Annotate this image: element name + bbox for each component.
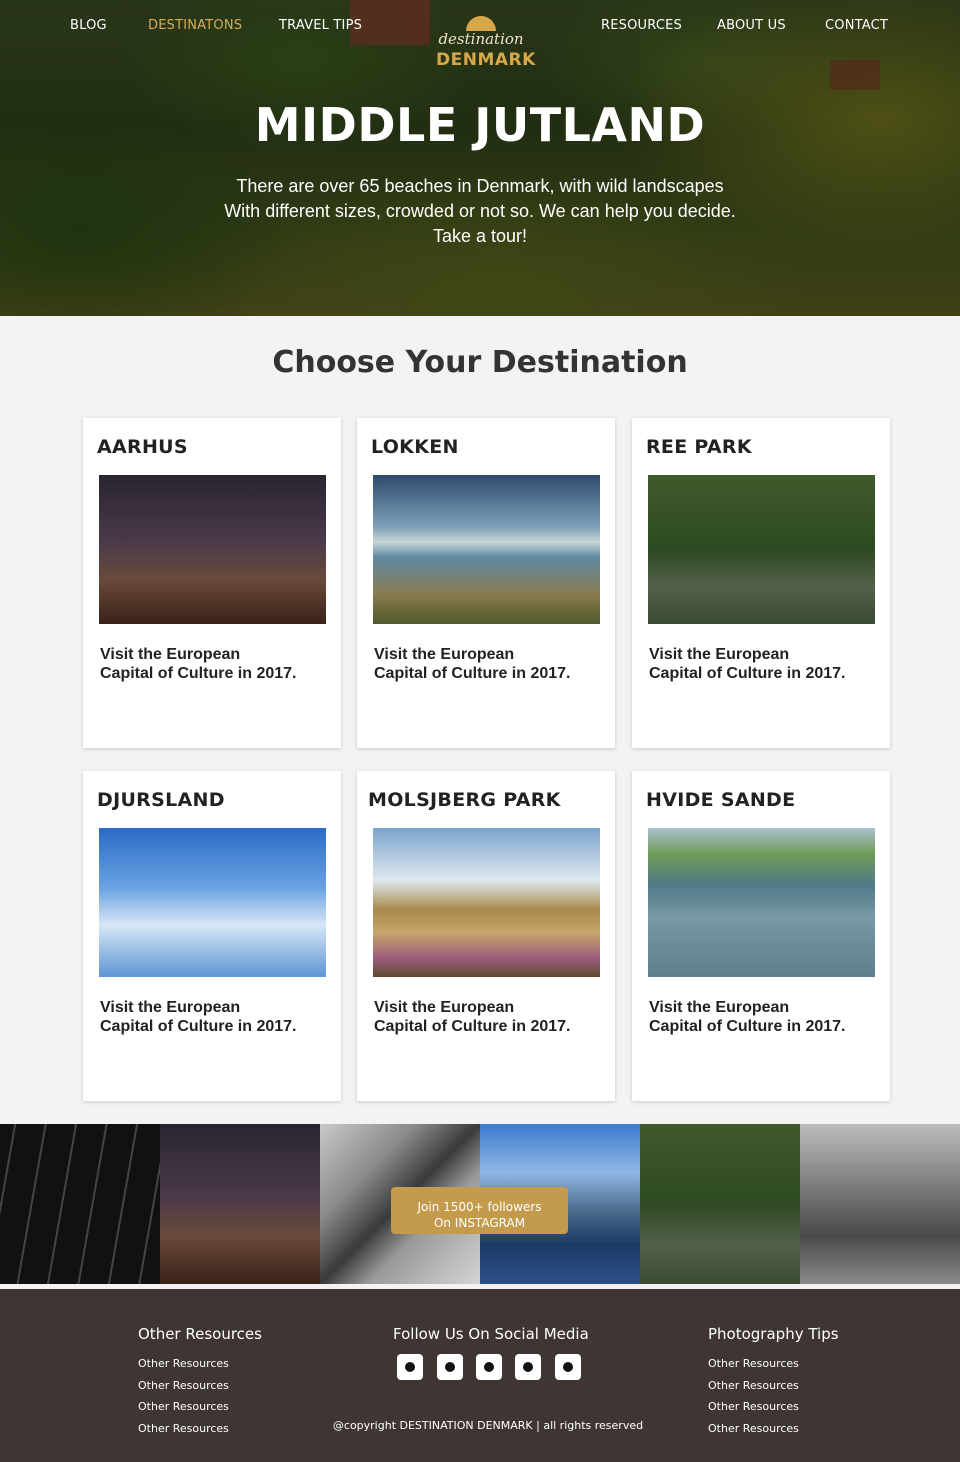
- nav-travel-tips[interactable]: TRAVEL TIPS: [279, 18, 362, 33]
- card-description: Visit the European Capital of Culture in…: [374, 645, 594, 683]
- nav-about-us[interactable]: ABOUT US: [717, 18, 786, 33]
- social-icon-5[interactable]: [555, 1354, 581, 1380]
- nav-resources[interactable]: RESOURCES: [601, 18, 682, 33]
- card-image[interactable]: [99, 475, 326, 624]
- nav-blog[interactable]: BLOG: [70, 18, 107, 33]
- gallery-photo[interactable]: [640, 1124, 800, 1284]
- site-logo[interactable]: destination DENMARK: [436, 10, 536, 72]
- social-icons: [397, 1354, 587, 1380]
- card-text-line: Capital of Culture in 2017.: [649, 665, 846, 682]
- card-description: Visit the European Capital of Culture in…: [100, 645, 320, 683]
- footer-col-title: Follow Us On Social Media: [393, 1325, 589, 1343]
- card-text-line: Visit the European: [649, 646, 790, 663]
- destination-card-ree-park[interactable]: REE PARK Visit the European Capital of C…: [632, 418, 890, 748]
- card-text-line: Visit the European: [100, 646, 241, 663]
- card-image[interactable]: [648, 475, 875, 624]
- card-text-line: Visit the European: [100, 999, 241, 1016]
- social-icon-4[interactable]: [515, 1354, 541, 1380]
- section-title: Choose Your Destination: [272, 345, 688, 380]
- card-title: HVIDE SANDE: [646, 789, 796, 811]
- hero-title: MIDDLE JUTLAND: [254, 98, 706, 152]
- card-image[interactable]: [99, 828, 326, 977]
- destination-card-hvide-sande[interactable]: HVIDE SANDE Visit the European Capital o…: [632, 771, 890, 1101]
- card-text-line: Visit the European: [374, 999, 515, 1016]
- card-description: Visit the European Capital of Culture in…: [649, 998, 869, 1036]
- social-icon-3[interactable]: [476, 1354, 502, 1380]
- card-image[interactable]: [373, 828, 600, 977]
- hero-roof-shape: [830, 60, 880, 90]
- card-description: Visit the European Capital of Culture in…: [649, 645, 869, 683]
- card-title: MOLSJBERG PARK: [368, 789, 561, 811]
- gallery-photo[interactable]: [800, 1124, 960, 1284]
- footer-link[interactable]: Other Resources: [138, 1353, 229, 1375]
- card-description: Visit the European Capital of Culture in…: [100, 998, 320, 1036]
- card-description: Visit the European Capital of Culture in…: [374, 998, 594, 1036]
- social-icon-1[interactable]: [397, 1354, 423, 1380]
- gallery-photo[interactable]: [160, 1124, 320, 1284]
- card-text-line: Visit the European: [374, 646, 515, 663]
- card-title: AARHUS: [97, 436, 188, 458]
- footer-link[interactable]: Other Resources: [708, 1375, 799, 1397]
- destination-card-djursland[interactable]: DJURSLAND Visit the European Capital of …: [83, 771, 341, 1101]
- logo-script: destination: [438, 30, 524, 48]
- footer-link[interactable]: Other Resources: [138, 1396, 229, 1418]
- footer-col-title: Other Resources: [138, 1325, 262, 1343]
- gallery-photo[interactable]: [0, 1124, 160, 1284]
- card-title: LOKKEN: [371, 436, 459, 458]
- footer-col-title: Photography Tips: [708, 1325, 839, 1343]
- footer-link[interactable]: Other Resources: [708, 1396, 799, 1418]
- card-text-line: Capital of Culture in 2017.: [374, 665, 571, 682]
- card-text-line: Capital of Culture in 2017.: [100, 665, 297, 682]
- footer: Other Resources Other Resources Other Re…: [0, 1289, 960, 1462]
- card-text-line: Visit the European: [649, 999, 790, 1016]
- destination-card-lokken[interactable]: LOKKEN Visit the European Capital of Cul…: [357, 418, 615, 748]
- footer-link[interactable]: Other Resources: [138, 1375, 229, 1397]
- hero-line: Take a tour!: [432, 226, 528, 246]
- card-title: DJURSLAND: [97, 789, 225, 811]
- destination-card-molsjberg-park[interactable]: MOLSJBERG PARK Visit the European Capita…: [357, 771, 615, 1101]
- copyright: @copyright DESTINATION DENMARK | all rig…: [332, 1419, 644, 1432]
- instagram-button-line: On INSTAGRAM: [433, 1215, 526, 1230]
- destination-card-aarhus[interactable]: AARHUS Visit the European Capital of Cul…: [83, 418, 341, 748]
- social-icon-2[interactable]: [437, 1354, 463, 1380]
- logo-brand: DENMARK: [436, 50, 536, 70]
- card-text-line: Capital of Culture in 2017.: [649, 1018, 846, 1035]
- footer-link[interactable]: Other Resources: [708, 1353, 799, 1375]
- card-text-line: Capital of Culture in 2017.: [374, 1018, 571, 1035]
- card-text-line: Capital of Culture in 2017.: [100, 1018, 297, 1035]
- hero-line: There are over 65 beaches in Denmark, wi…: [236, 176, 724, 196]
- card-title: REE PARK: [646, 436, 752, 458]
- card-image[interactable]: [648, 828, 875, 977]
- sun-icon: [466, 16, 496, 31]
- card-image[interactable]: [373, 475, 600, 624]
- hero-line: With different sizes, crowded or not so.…: [224, 201, 736, 221]
- instagram-join-button[interactable]: Join 1500+ followers On INSTAGRAM: [391, 1187, 568, 1234]
- hero-description: There are over 65 beaches in Denmark, wi…: [180, 174, 780, 249]
- instagram-button-line: Join 1500+ followers: [417, 1199, 542, 1214]
- nav-destinations[interactable]: DESTINATONS: [148, 18, 242, 33]
- nav-contact[interactable]: CONTACT: [825, 18, 888, 33]
